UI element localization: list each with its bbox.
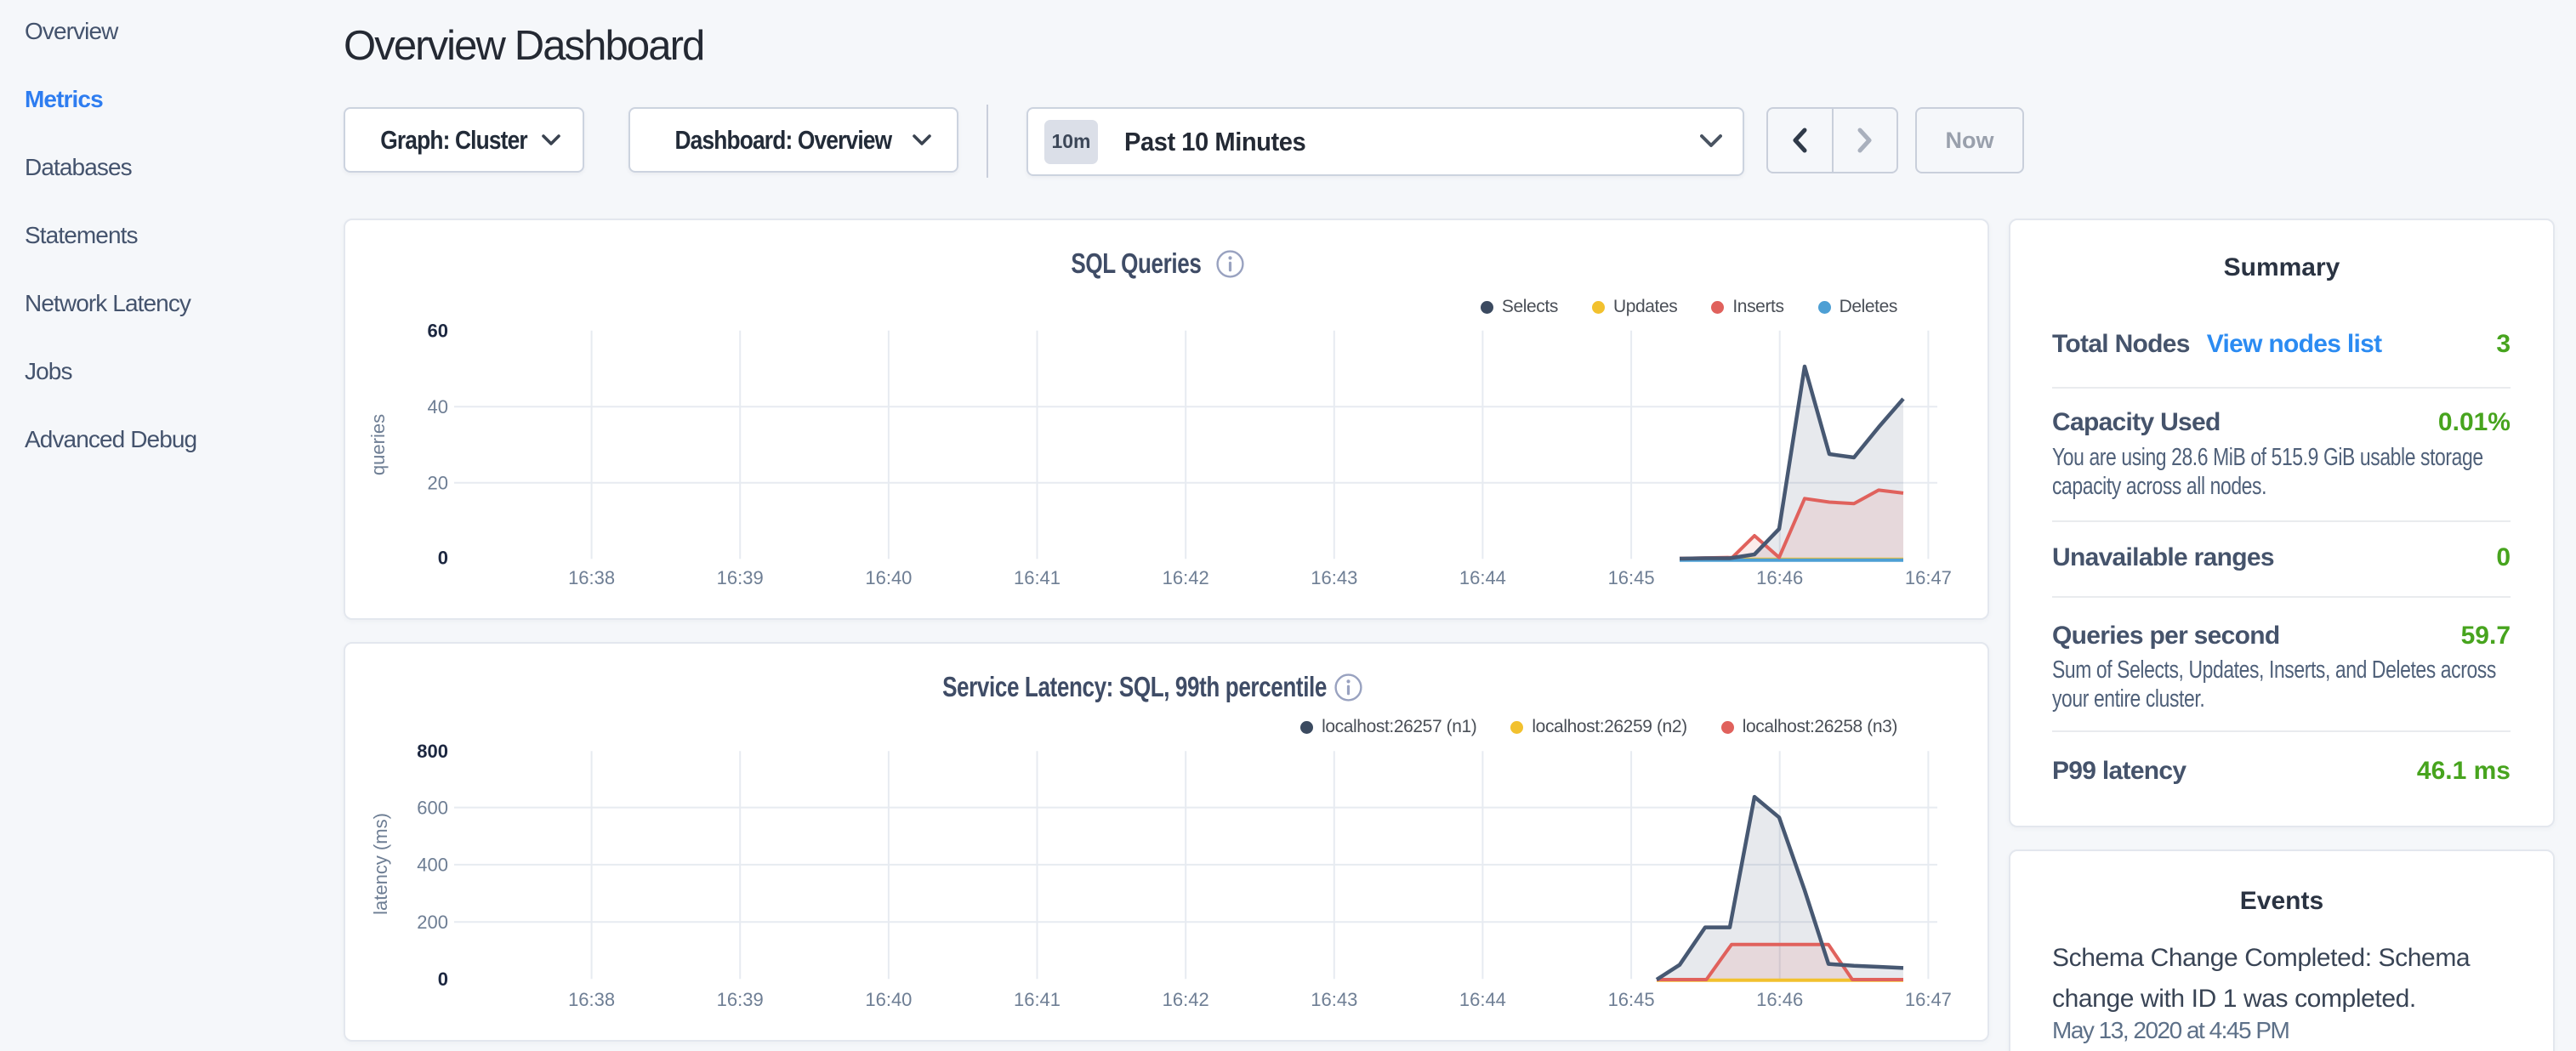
svg-text:16:46: 16:46: [1756, 567, 1803, 588]
svg-text:16:39: 16:39: [717, 567, 764, 588]
svg-text:16:39: 16:39: [717, 989, 764, 1010]
svg-text:16:46: 16:46: [1756, 989, 1803, 1010]
svg-text:queries: queries: [367, 414, 389, 475]
svg-text:60: 60: [428, 321, 448, 342]
svg-text:16:43: 16:43: [1311, 567, 1357, 588]
svg-text:16:38: 16:38: [568, 989, 615, 1010]
svg-text:16:43: 16:43: [1311, 989, 1357, 1010]
svg-text:0: 0: [438, 969, 448, 990]
svg-text:400: 400: [417, 855, 448, 876]
svg-text:40: 40: [428, 396, 448, 418]
svg-text:16:38: 16:38: [568, 567, 615, 588]
svg-text:16:41: 16:41: [1014, 989, 1061, 1010]
svg-text:16:44: 16:44: [1459, 567, 1506, 588]
svg-text:16:47: 16:47: [1905, 989, 1952, 1010]
svg-text:16:42: 16:42: [1163, 567, 1209, 588]
svg-text:16:45: 16:45: [1608, 989, 1655, 1010]
svg-text:16:44: 16:44: [1459, 989, 1506, 1010]
svg-text:16:40: 16:40: [865, 567, 912, 588]
svg-text:16:41: 16:41: [1014, 567, 1061, 588]
svg-text:200: 200: [417, 912, 448, 933]
svg-text:16:40: 16:40: [865, 989, 912, 1010]
svg-text:16:47: 16:47: [1905, 567, 1952, 588]
svg-text:0: 0: [438, 547, 448, 568]
svg-text:latency (ms): latency (ms): [370, 813, 391, 915]
svg-text:20: 20: [428, 473, 448, 494]
svg-text:800: 800: [417, 741, 448, 762]
svg-text:600: 600: [417, 797, 448, 818]
svg-text:16:45: 16:45: [1608, 567, 1655, 588]
svg-text:16:42: 16:42: [1163, 989, 1209, 1010]
